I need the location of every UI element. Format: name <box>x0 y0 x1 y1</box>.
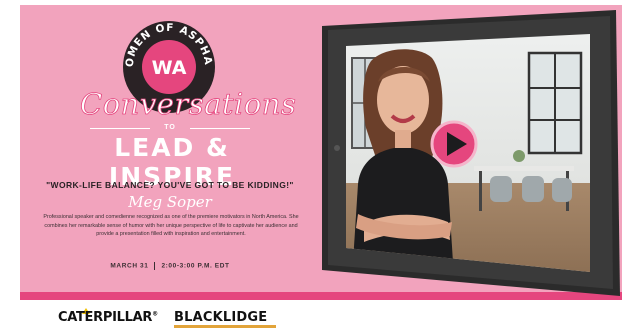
sponsor-bar: CATERPILLAR® BLACKLIDGE <box>20 300 622 333</box>
caterpillar-logo: CATERPILLAR® <box>58 310 158 325</box>
datetime-separator <box>154 262 156 270</box>
speaker-name: Meg Soper <box>128 193 212 211</box>
event-time: 2:00-3:00 P.M. EDT <box>161 262 230 270</box>
title-connector: TO <box>164 124 176 131</box>
caterpillar-wordmark: CATERPILLAR <box>58 310 153 325</box>
event-date: MARCH 31 <box>110 262 149 270</box>
promo-page: WOMEN OF ASPHALT WA Conversations TO LEA… <box>0 0 622 333</box>
blacklidge-logo: BLACKLIDGE <box>174 310 268 325</box>
divider-left <box>90 128 150 129</box>
speaker-photo <box>352 49 454 272</box>
speaker-bio: Professional speaker and comedienne reco… <box>43 214 299 238</box>
caterpillar-registered-mark: ® <box>152 310 158 318</box>
session-title: "WORK-LIFE BALANCE? YOU'VE GOT TO BE KID… <box>46 180 294 190</box>
divider-right <box>190 128 250 129</box>
tablet-video-player: play <box>322 10 620 296</box>
blacklidge-underline <box>174 325 276 328</box>
event-datetime: MARCH 31 2:00-3:00 P.M. EDT <box>60 262 280 270</box>
room-table <box>474 166 574 171</box>
video-play-button[interactable] <box>430 120 478 168</box>
title-script: Conversations <box>80 87 297 122</box>
logo-initials: WA <box>152 57 187 79</box>
tablet-camera-icon <box>334 145 340 151</box>
